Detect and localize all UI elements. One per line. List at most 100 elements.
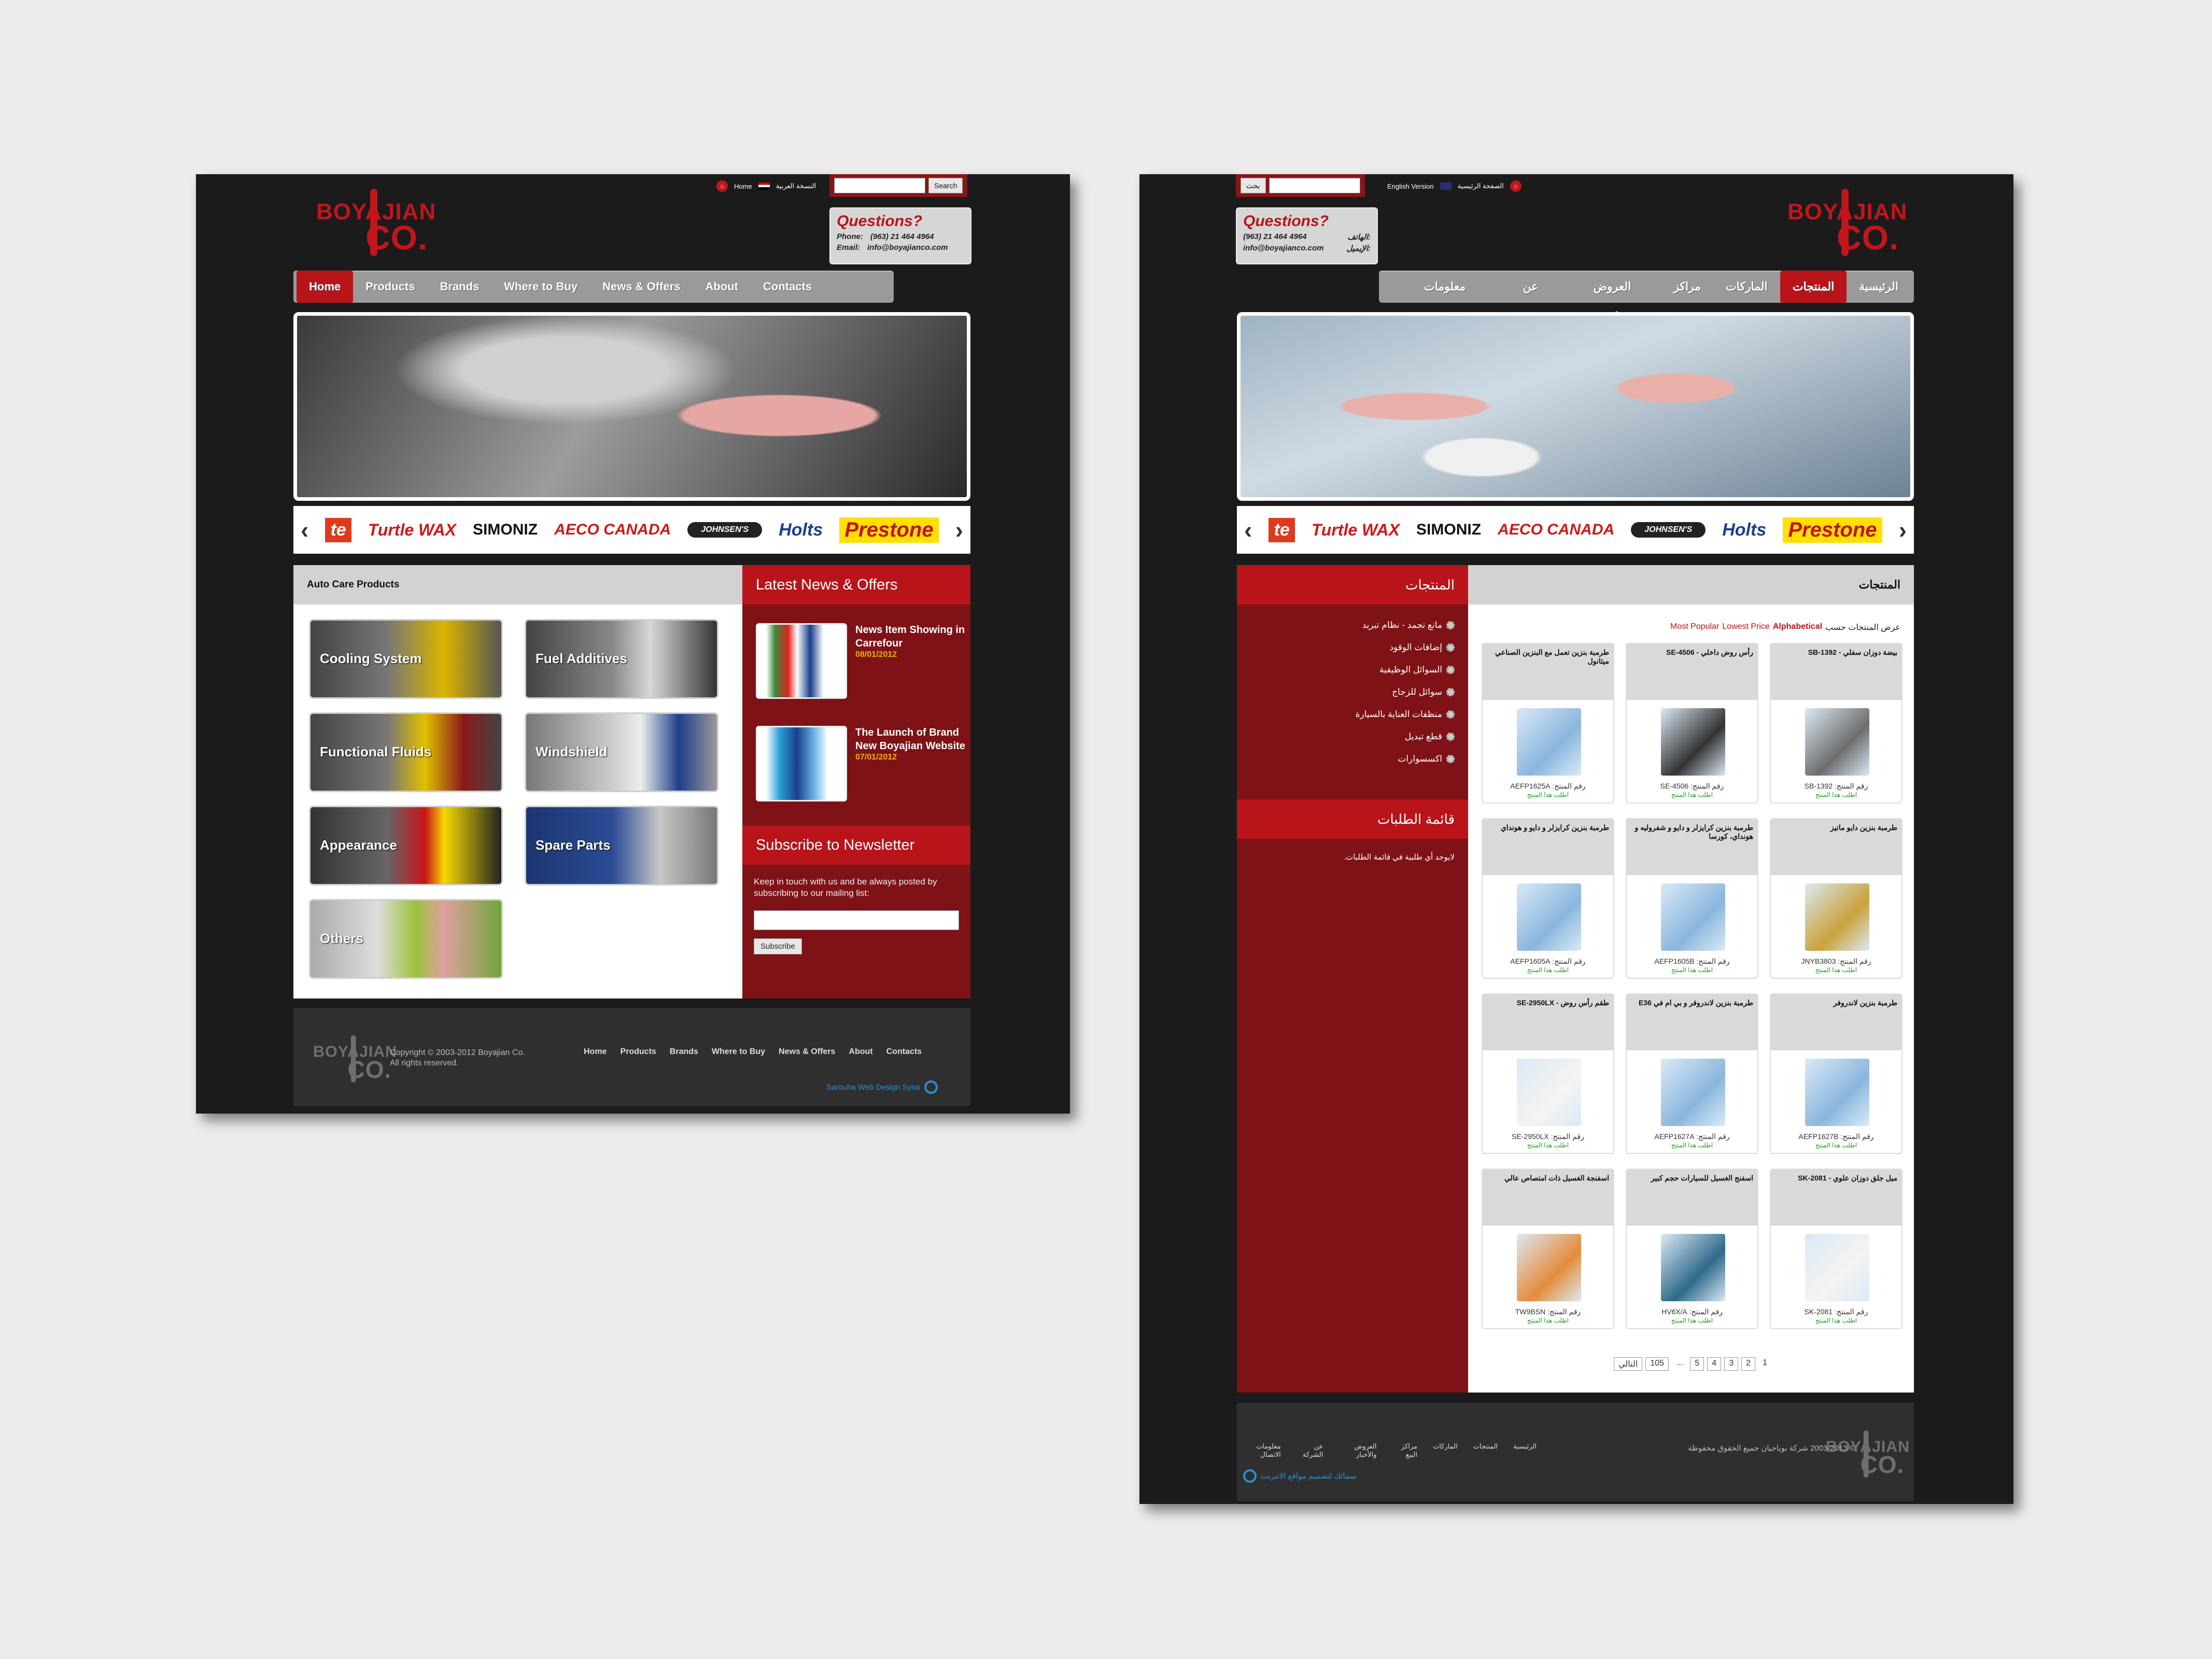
product-image[interactable] — [1517, 1234, 1581, 1301]
product-image[interactable] — [1661, 1234, 1725, 1301]
sidebar-item[interactable]: قطع تبديل — [1405, 732, 1455, 742]
news-title[interactable]: The Launch of Brand New Boyajian Website — [855, 726, 972, 753]
boyajian-logo[interactable]: BOYAJIAN CO. — [316, 184, 435, 261]
page-1[interactable]: 1 — [1758, 1357, 1771, 1371]
brand-logo[interactable]: Holts — [779, 520, 823, 540]
footer-link-brands[interactable]: Brands — [670, 1047, 698, 1057]
nav-about[interactable]: About — [693, 271, 751, 303]
news-item[interactable]: The Launch of Brand New Boyajian Website… — [756, 726, 972, 802]
product-image[interactable] — [1517, 708, 1581, 776]
product-card[interactable]: طرمبة بنزين تعمل مع البنزين الصناعي ميثا… — [1482, 643, 1614, 804]
product-image[interactable] — [1661, 883, 1725, 951]
brand-logo[interactable]: Turtle WAX — [1312, 521, 1400, 540]
product-image[interactable] — [1661, 708, 1725, 776]
category-spare-parts[interactable]: Spare Parts — [525, 806, 718, 885]
boyajian-logo[interactable]: BOYAJIAN CO. — [1787, 184, 1907, 261]
category-fuel-additives[interactable]: Fuel Additives — [525, 619, 718, 699]
category-cooling-system[interactable]: Cooling System — [309, 619, 503, 699]
news-title[interactable]: News Item Showing in Carrefour — [855, 623, 972, 650]
order-product-link[interactable]: اطلب هذا المنتج — [1627, 966, 1757, 974]
brand-logo[interactable]: SIMONIZ — [473, 521, 538, 539]
nav-news-offers[interactable]: News & Offers — [590, 271, 693, 303]
email-value[interactable]: info@boyajianco.com — [867, 243, 948, 252]
product-name[interactable]: طرمبة بنزين لاندروفر و بي ام في E36 — [1627, 994, 1757, 1050]
order-product-link[interactable]: اطلب هذا المنتج — [1627, 1142, 1757, 1149]
footer-link[interactable]: معلومات الاتصال — [1241, 1442, 1280, 1459]
sort-lowest-price[interactable]: Lowest Price — [1722, 622, 1770, 632]
product-card[interactable]: بيضة دوزان سفلي - SB-1392 رقم المنتج: SB-… — [1770, 643, 1903, 804]
brand-logo[interactable]: Prestone — [839, 517, 939, 543]
home-link[interactable]: Home — [734, 182, 752, 190]
product-image[interactable] — [1517, 883, 1581, 951]
brand-logo[interactable]: AECO CANADA — [554, 521, 671, 539]
product-name[interactable]: بيضة دوزان سفلي - SB-1392 — [1771, 644, 1901, 700]
product-name[interactable]: طرمبة بنزين لاندروفر — [1771, 994, 1901, 1050]
product-card[interactable]: طرمبة بنزين كرايزلر و دايو و هونداي رقم ا… — [1482, 818, 1614, 979]
category-appearance[interactable]: Appearance — [309, 806, 503, 885]
sidebar-item[interactable]: منظفات العناية بالسيارة — [1356, 709, 1455, 720]
nav-products[interactable]: Products — [353, 271, 427, 303]
footer-link-contacts[interactable]: Contacts — [886, 1047, 922, 1057]
category-functional-fluids[interactable]: Functional Fluids — [309, 712, 503, 792]
footer-link-about[interactable]: About — [849, 1047, 872, 1057]
nav-where-to-buy[interactable]: Where to Buy — [491, 271, 590, 303]
footer-link[interactable]: المنتجات — [1473, 1442, 1498, 1459]
product-card[interactable]: طرمبة بنزين لاندروفر رقم المنتج: AEFP1627… — [1770, 993, 1903, 1154]
subscribe-button[interactable]: Subscribe — [754, 938, 802, 954]
brand-logo[interactable]: te — [325, 517, 351, 542]
footer-link[interactable]: الماركات — [1433, 1442, 1458, 1459]
search-input[interactable] — [834, 178, 925, 193]
nav-home[interactable]: Home — [297, 271, 354, 303]
nav-home[interactable]: الرئيسية — [1847, 271, 1911, 303]
order-product-link[interactable]: اطلب هذا المنتج — [1627, 1317, 1757, 1324]
nav-news-offers[interactable]: العروض والأخبار — [1551, 271, 1644, 325]
product-image[interactable] — [1661, 1059, 1725, 1126]
order-product-link[interactable]: اطلب هذا المنتج — [1483, 1317, 1613, 1324]
product-name[interactable]: طرمبة بنزين تعمل مع البنزين الصناعي ميثا… — [1483, 644, 1613, 700]
brand-logo[interactable]: JOHNSEN'S — [687, 522, 763, 538]
page-105[interactable]: 105 — [1645, 1357, 1669, 1371]
brand-logo[interactable]: Prestone — [1783, 517, 1882, 543]
product-image[interactable] — [1805, 1059, 1869, 1126]
news-item[interactable]: News Item Showing in Carrefour 08/01/2012 — [756, 623, 972, 699]
nav-where-to-buy[interactable]: مراكز البيع — [1643, 271, 1713, 325]
page-2[interactable]: 2 — [1741, 1357, 1755, 1371]
brand-logo[interactable]: SIMONIZ — [1416, 521, 1481, 539]
product-image[interactable] — [1517, 1059, 1581, 1126]
category-others[interactable]: Others — [309, 899, 503, 979]
chevron-left-icon[interactable]: ‹ — [1244, 516, 1252, 544]
nav-products[interactable]: المنتجات — [1780, 271, 1847, 303]
product-card[interactable]: طرمبة بنزين لاندروفر و بي ام في E36 رقم ا… — [1626, 993, 1758, 1154]
brand-logo[interactable]: AECO CANADA — [1498, 521, 1614, 539]
order-product-link[interactable]: اطلب هذا المنتج — [1483, 791, 1613, 798]
product-card[interactable]: طرمبة بنزين كرايزلر و دايو و شفروليه و ه… — [1626, 818, 1758, 979]
product-card[interactable]: اسفنج الغسيل للسيارات حجم كبير رقم المنتج… — [1626, 1169, 1758, 1329]
nav-brands[interactable]: الماركات — [1713, 271, 1780, 303]
nav-about[interactable]: عن الشركة — [1478, 271, 1551, 325]
product-card[interactable]: طقم رأس روض - SE-2950LX رقم المنتج: SE-29… — [1482, 993, 1614, 1154]
footer-link[interactable]: الرئيسية — [1513, 1442, 1537, 1459]
product-name[interactable]: طقم رأس روض - SE-2950LX — [1483, 994, 1613, 1050]
nav-contacts[interactable]: Contacts — [751, 271, 824, 303]
footer-link-products[interactable]: Products — [620, 1047, 656, 1057]
order-product-link[interactable]: اطلب هذا المنتج — [1771, 1142, 1901, 1149]
english-version-link[interactable]: English Version — [1387, 182, 1434, 190]
sidebar-item[interactable]: سوائل للزجاج — [1392, 687, 1455, 697]
sort-most-popular[interactable]: Most Popular — [1670, 622, 1719, 632]
chevron-left-icon[interactable]: ‹ — [301, 516, 308, 544]
chevron-right-icon[interactable]: › — [1899, 516, 1907, 544]
brand-logo[interactable]: JOHNSEN'S — [1631, 522, 1706, 538]
brand-logo[interactable]: te — [1269, 517, 1295, 542]
sidebar-item[interactable]: السوائل الوظيفية — [1379, 665, 1455, 675]
sidebar-item[interactable]: مانع تجمد - نظام تبريد — [1362, 620, 1455, 630]
designer-credit[interactable]: Sarouha Web Design Syria — [826, 1080, 938, 1094]
order-product-link[interactable]: اطلب هذا المنتج — [1771, 966, 1901, 974]
home-icon[interactable]: ⌂ — [716, 180, 728, 192]
product-card[interactable]: طرمبة بنزين دايو ماتيز رقم المنتج: JNYB38… — [1770, 818, 1903, 979]
brand-logo[interactable]: Holts — [1722, 520, 1766, 540]
search-input[interactable] — [1269, 178, 1360, 193]
home-icon[interactable]: ⌂ — [1510, 180, 1521, 192]
brand-logo[interactable]: Turtle WAX — [368, 521, 456, 540]
product-name[interactable]: طرمبة بنزين كرايزلر و دايو و هونداي — [1483, 819, 1613, 875]
footer-link[interactable]: العروض والأخبار — [1339, 1442, 1376, 1459]
